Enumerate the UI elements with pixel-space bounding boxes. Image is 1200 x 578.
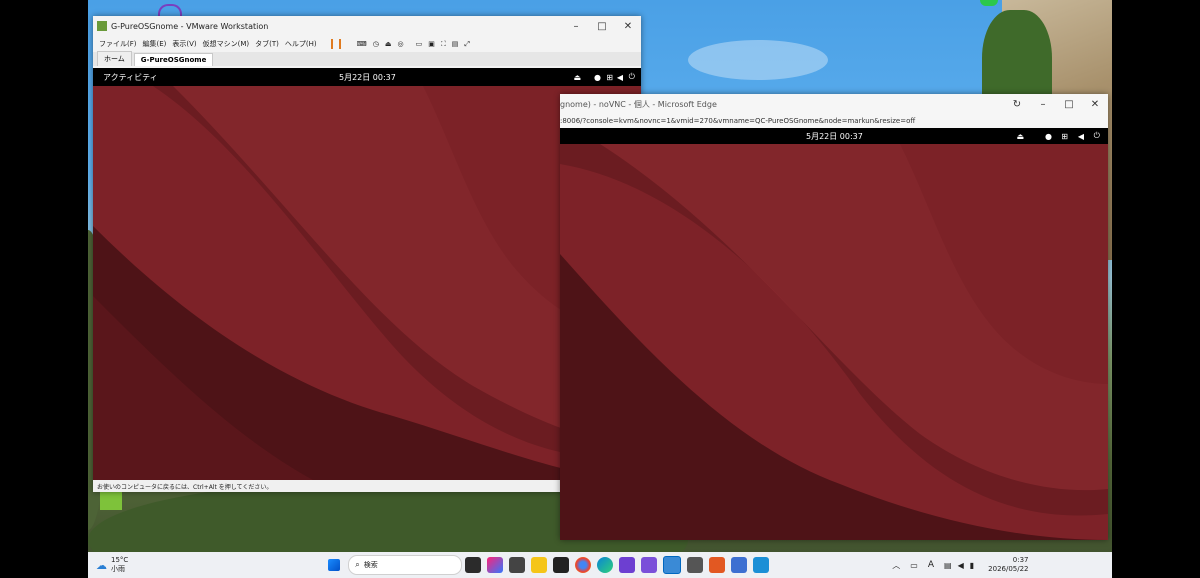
fullscreen-icon[interactable]: ⤢ xyxy=(464,40,470,49)
power-icon[interactable]: ⏻ xyxy=(629,72,635,82)
task-view-icon[interactable] xyxy=(465,557,482,573)
weather-icon[interactable]: ☁ xyxy=(96,559,107,572)
edge-icon[interactable] xyxy=(597,557,614,573)
menu-file[interactable]: ファイル(F) xyxy=(99,39,137,49)
novnc-wallpaper xyxy=(560,144,1108,540)
vmware-menubar: ファイル(F) 編集(E) 表示(V) 仮想マシン(M) タブ(T) ヘルプ(H… xyxy=(93,36,641,52)
media-icon[interactable] xyxy=(509,557,526,573)
guest-wallpaper xyxy=(93,86,641,480)
vmware-tabs: ホーム G-PureOSGnome xyxy=(93,51,641,66)
thumbnail-icon[interactable]: ▣ xyxy=(428,40,435,48)
desktop: G-PureOSGnome - VMware Workstation – □ ✕… xyxy=(88,0,1112,578)
copilot-icon[interactable] xyxy=(487,557,504,573)
vmware-statusbar: お使いのコンピュータに戻るには、Ctrl+Alt を押してください。 ▭◎◎▭▭… xyxy=(93,480,641,492)
network-icon[interactable]: ⊞ xyxy=(606,73,613,82)
app-icon-3[interactable] xyxy=(687,557,704,573)
app-icon-1[interactable] xyxy=(619,557,636,573)
file-explorer-icon[interactable] xyxy=(531,557,548,573)
menu-edit[interactable]: 編集(E) xyxy=(143,39,167,49)
weather-temp: 15°C xyxy=(111,556,129,564)
start-button[interactable] xyxy=(328,559,341,571)
tray-battery-icon[interactable]: ▮ xyxy=(970,561,974,570)
novnc-gnome-topbar: 5月22日 00:37 ⏏ ● ⊞ ◀ ⏻ xyxy=(560,128,1108,144)
taskbar: ☁ 15°C 小雨 ⌕ 検索 ︿ ▭ A ▤ ◀ ▮ 0:37 2026/05/… xyxy=(88,552,1112,578)
address-url[interactable]: :8006/?console=kvm&novnc=1&vmid=270&vmna… xyxy=(560,117,915,125)
novnc-volume-icon[interactable]: ◀ xyxy=(1078,132,1084,141)
weather-widget[interactable]: 15°C 小雨 xyxy=(111,556,128,574)
search-placeholder: 検索 xyxy=(363,561,378,569)
novnc-power-icon[interactable]: ⏻ xyxy=(1094,131,1100,141)
vmware-window[interactable]: G-PureOSGnome - VMware Workstation – □ ✕… xyxy=(93,16,641,492)
clock-date: 2026/05/22 xyxy=(988,565,1029,573)
tray-network-icon[interactable]: ▤ xyxy=(944,561,952,570)
novnc-network-icon[interactable]: ⊞ xyxy=(1061,132,1068,141)
tray-chevron-icon[interactable]: ︿ xyxy=(892,560,900,571)
vmware-titlebar[interactable]: G-PureOSGnome - VMware Workstation – □ ✕ xyxy=(93,16,641,36)
tray-display-icon[interactable]: ▭ xyxy=(910,561,918,570)
clock-time: 0:37 xyxy=(1012,556,1029,564)
edge-maximize-button[interactable]: □ xyxy=(1056,99,1082,110)
edge-close-button[interactable]: ✕ xyxy=(1082,99,1108,110)
address-bar[interactable]: :8006/?console=kvm&novnc=1&vmid=270&vmna… xyxy=(560,114,1108,128)
novnc-eject-icon[interactable]: ⏏ xyxy=(1016,132,1024,141)
cloud xyxy=(688,40,828,80)
pause-icon[interactable] xyxy=(330,39,333,49)
weather-desc: 小雨 xyxy=(111,565,125,573)
app-icon-5[interactable] xyxy=(731,557,748,573)
volume-icon[interactable]: ◀ xyxy=(617,73,623,82)
send-ctrl-alt-del-icon[interactable]: ⌨ xyxy=(357,40,367,48)
tab-home[interactable]: ホーム xyxy=(97,51,132,66)
menu-tabs[interactable]: タブ(T) xyxy=(255,39,279,49)
search-icon: ⌕ xyxy=(355,560,360,569)
green-badge-icon xyxy=(980,0,998,6)
vmware-title: G-PureOSGnome - VMware Workstation xyxy=(111,21,269,31)
gnome-topbar: アクティビティ 5月22日 00:37 ⏏ ● ⊞ ◀ ⏻ xyxy=(93,68,641,86)
vmware-taskbar-icon[interactable] xyxy=(663,556,682,574)
menu-help[interactable]: ヘルプ(H) xyxy=(285,39,317,49)
novnc-location-icon[interactable]: ● xyxy=(1045,132,1052,141)
app-icon-6[interactable] xyxy=(753,557,770,573)
menu-view[interactable]: 表示(V) xyxy=(172,39,196,49)
pause-icon-bar xyxy=(338,39,341,49)
edge-window[interactable]: gnome) - noVNC - 個人 - Microsoft Edge ↻ –… xyxy=(560,94,1108,540)
revert-snapshot-icon[interactable]: ⏏ xyxy=(385,40,392,48)
search-box[interactable]: ⌕ 検索 xyxy=(348,555,463,575)
close-button[interactable]: ✕ xyxy=(615,21,641,32)
ime-indicator[interactable]: A xyxy=(928,560,934,570)
activities-button[interactable]: アクティビティ xyxy=(103,72,158,83)
fit-window-icon[interactable]: ⛶ xyxy=(441,40,446,49)
edge-titlebar[interactable]: gnome) - noVNC - 個人 - Microsoft Edge ↻ –… xyxy=(560,94,1108,114)
minimize-button[interactable]: – xyxy=(563,21,589,32)
eject-icon[interactable]: ⏏ xyxy=(573,73,581,82)
terminal-icon[interactable] xyxy=(553,557,570,573)
menu-vm[interactable]: 仮想マシン(M) xyxy=(203,39,250,49)
snapshot-manager-icon[interactable]: ◎ xyxy=(398,40,404,48)
maximize-button[interactable]: □ xyxy=(589,21,615,32)
vmware-app-icon xyxy=(97,21,107,31)
edge-title: gnome) - noVNC - 個人 - Microsoft Edge xyxy=(560,99,717,109)
edge-minimize-button[interactable]: – xyxy=(1030,99,1056,110)
app-icon-4[interactable] xyxy=(709,557,726,573)
status-message: お使いのコンピュータに戻るには、Ctrl+Alt を押してください。 xyxy=(97,483,273,491)
location-icon[interactable]: ● xyxy=(594,73,601,82)
tray-volume-icon[interactable]: ◀ xyxy=(958,561,964,570)
snapshot-icon[interactable]: ◷ xyxy=(373,40,379,48)
novnc-wallpaper-waves xyxy=(560,144,1108,540)
clock[interactable]: 0:37 2026/05/22 xyxy=(988,556,1028,574)
novnc-gnome-clock[interactable]: 5月22日 00:37 xyxy=(806,131,863,142)
tab-vm[interactable]: G-PureOSGnome xyxy=(133,53,214,66)
wallpaper-waves xyxy=(93,86,641,480)
console-icon[interactable]: ▤ xyxy=(452,40,459,48)
app-icon-2[interactable] xyxy=(641,557,658,573)
sidebar-toggle-icon[interactable]: ▭ xyxy=(416,40,423,48)
gnome-clock[interactable]: 5月22日 00:37 xyxy=(339,72,396,83)
chrome-icon[interactable] xyxy=(575,557,592,573)
edge-extension-icon[interactable]: ↻ xyxy=(1004,99,1030,110)
